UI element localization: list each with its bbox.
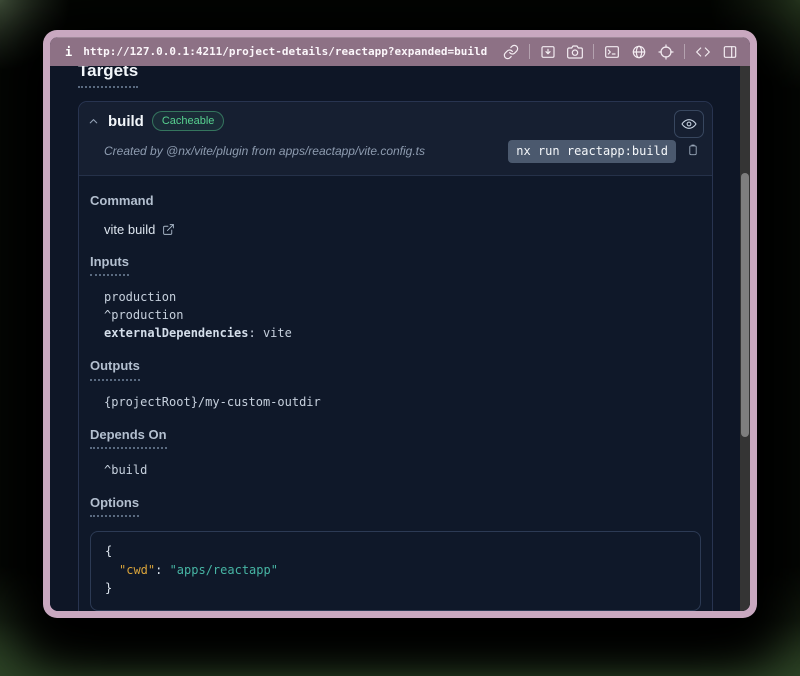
camera-icon[interactable] xyxy=(566,43,584,61)
section-depends-on-label: Depends On xyxy=(90,428,702,449)
toolbar-divider xyxy=(593,44,594,59)
scrollbar[interactable] xyxy=(740,66,750,611)
section-inputs-label: Inputs xyxy=(90,255,702,276)
code-line: "cwd": "apps/reactapp" xyxy=(105,561,686,580)
toolbar-divider xyxy=(684,44,685,59)
browser-window-inner: i http://127.0.0.1:4211/project-details/… xyxy=(50,37,750,611)
created-by-text: Created by @nx/vite/plugin from apps/rea… xyxy=(104,144,425,158)
browser-toolbar: i http://127.0.0.1:4211/project-details/… xyxy=(50,37,750,66)
build-target-title-row: build Cacheable xyxy=(87,111,702,131)
copy-command-button[interactable] xyxy=(684,142,701,160)
download-icon[interactable] xyxy=(539,43,557,61)
target-name: build xyxy=(108,113,144,130)
project-details-content: Targets build Cacheable C xyxy=(50,66,750,611)
address-url[interactable]: http://127.0.0.1:4211/project-details/re… xyxy=(83,45,487,58)
command-value: vite build xyxy=(104,220,702,238)
build-target-header[interactable]: build Cacheable Created by @nx/vite/plug… xyxy=(79,102,712,176)
toolbar-actions xyxy=(502,43,739,61)
desktop: { "toolbar": { "info_glyph": "i", "url":… xyxy=(0,0,800,676)
split-view-icon[interactable] xyxy=(721,43,739,61)
run-command-chip: nx run reactapp:build xyxy=(508,140,676,163)
depends-on-list: ^build xyxy=(104,461,702,479)
cacheable-badge: Cacheable xyxy=(152,111,225,131)
browser-window: i http://127.0.0.1:4211/project-details/… xyxy=(43,30,757,618)
input-item: production xyxy=(104,288,702,306)
section-command-label: Command xyxy=(90,194,702,208)
section-outputs-label: Outputs xyxy=(90,359,702,380)
code-icon[interactable] xyxy=(694,43,712,61)
terminal-icon[interactable] xyxy=(603,43,621,61)
external-link-icon[interactable] xyxy=(162,223,175,236)
code-line: } xyxy=(105,579,686,598)
options-code-block: { "cwd": "apps/reactapp" } xyxy=(90,531,701,611)
clipboard-icon xyxy=(686,142,700,158)
build-target-body: Command vite build Inputs production ^pr… xyxy=(79,176,712,611)
chevron-up-icon[interactable] xyxy=(87,115,100,128)
build-target-meta-row: Created by @nx/vite/plugin from apps/rea… xyxy=(87,140,702,163)
input-item: externalDependencies: vite xyxy=(104,324,702,342)
input-item: ^production xyxy=(104,306,702,324)
view-target-button[interactable] xyxy=(674,110,704,138)
globe-icon[interactable] xyxy=(630,43,648,61)
crosshair-icon[interactable] xyxy=(657,43,675,61)
section-options-label: Options xyxy=(90,496,702,517)
output-item: {projectRoot}/my-custom-outdir xyxy=(104,393,702,411)
targets-heading: Targets xyxy=(78,66,713,88)
depends-on-item: ^build xyxy=(104,461,702,479)
inputs-list: production ^production externalDependenc… xyxy=(104,288,702,342)
info-icon: i xyxy=(65,45,72,59)
link-icon[interactable] xyxy=(502,43,520,61)
toolbar-divider xyxy=(529,44,530,59)
eye-icon xyxy=(681,116,697,132)
outputs-list: {projectRoot}/my-custom-outdir xyxy=(104,393,702,411)
scrollbar-thumb[interactable] xyxy=(741,173,749,437)
build-target-card: build Cacheable Created by @nx/vite/plug… xyxy=(78,101,713,611)
code-line: { xyxy=(105,542,686,561)
